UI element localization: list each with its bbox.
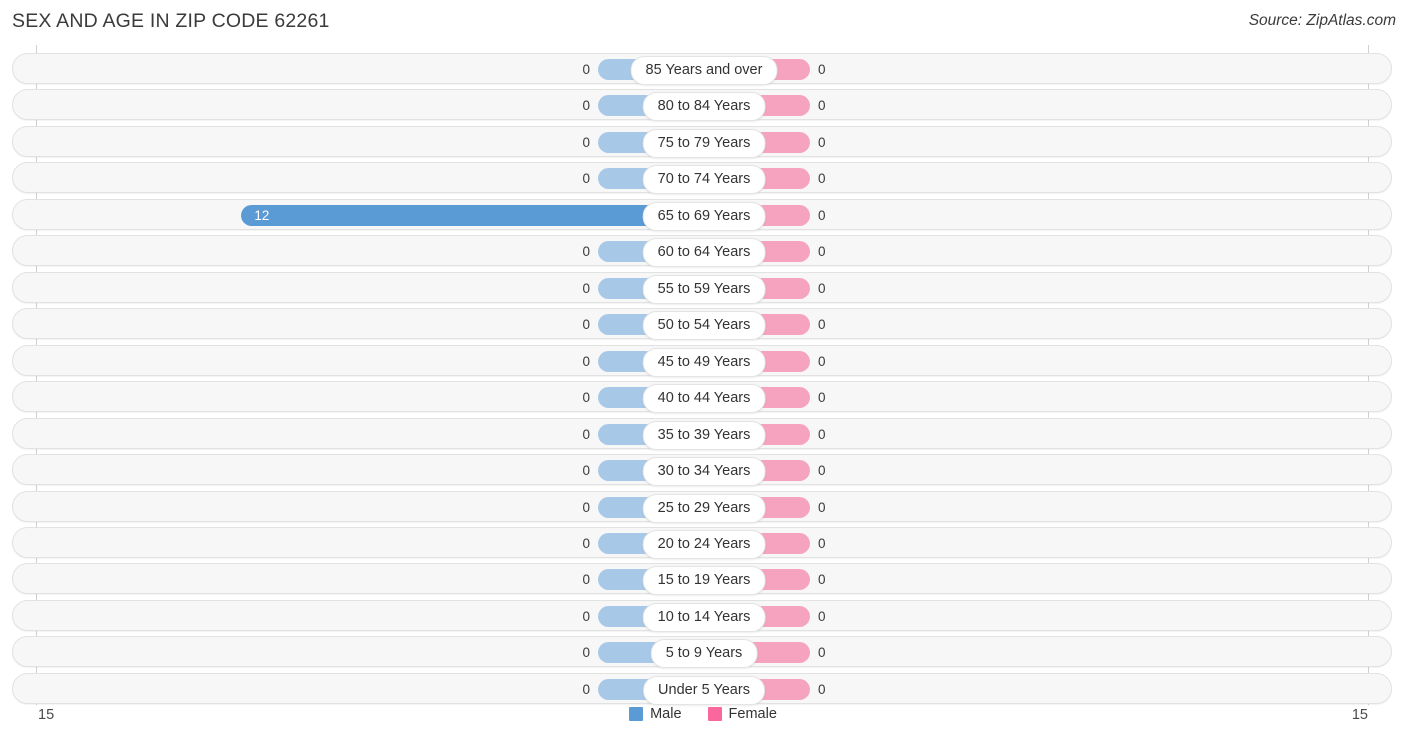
female-value-label: 0 (818, 535, 826, 551)
age-group-row[interactable]: 0 0 80 to 84 Years (12, 89, 1392, 122)
age-group-label: 80 to 84 Years (642, 92, 766, 122)
age-group-row[interactable]: 0 0 45 to 49 Years (12, 344, 1392, 377)
male-value-label: 0 (582, 353, 590, 369)
male-value-label: 0 (582, 244, 590, 260)
chart-header: SEX AND AGE IN ZIP CODE 62261 Source: Zi… (0, 0, 1406, 45)
female-value-label: 0 (818, 62, 826, 77)
age-group-row[interactable]: 0 0 10 to 14 Years (12, 599, 1392, 632)
male-value-label: 0 (582, 535, 590, 551)
age-group-label: 30 to 34 Years (642, 457, 766, 487)
age-group-row[interactable]: 12 0 65 to 69 Years (12, 198, 1392, 231)
age-group-label: 85 Years and over (630, 56, 778, 85)
male-value-label: 0 (582, 98, 590, 114)
male-value-label: 0 (582, 499, 590, 515)
female-value-label: 0 (818, 353, 826, 369)
male-value-label: 0 (582, 171, 590, 187)
legend-label-female: Female (728, 706, 777, 722)
age-group-label: 15 to 19 Years (642, 566, 766, 596)
female-value-label: 0 (818, 572, 826, 588)
female-value-label: 0 (818, 681, 826, 697)
age-group-row[interactable]: 0 0 20 to 24 Years (12, 526, 1392, 559)
legend-label-male: Male (650, 706, 682, 722)
age-group-label: 60 to 64 Years (642, 238, 766, 268)
age-group-label: 10 to 14 Years (642, 602, 766, 632)
chart-footer: 15 15 Male Female (0, 700, 1406, 740)
source-attribution: Source: ZipAtlas.com (1248, 12, 1396, 29)
female-value-label: 0 (818, 317, 826, 333)
female-value-label: 0 (818, 463, 826, 479)
age-group-label: 20 to 24 Years (642, 529, 766, 559)
female-value-label: 0 (818, 390, 826, 406)
legend-item-male[interactable]: Male (629, 706, 682, 722)
male-value-label: 0 (582, 134, 590, 150)
female-value-label: 0 (818, 244, 826, 260)
age-group-label: 35 to 39 Years (642, 420, 766, 450)
male-value-label: 0 (582, 426, 590, 442)
age-group-label: 45 to 49 Years (642, 347, 766, 377)
age-group-row[interactable]: 0 0 85 Years and over (12, 53, 1392, 85)
age-group-row[interactable]: 0 0 5 to 9 Years (12, 636, 1392, 669)
female-value-label: 0 (818, 98, 826, 114)
age-group-label: 70 to 74 Years (642, 165, 766, 195)
age-group-label: 75 to 79 Years (642, 128, 766, 158)
female-value-label: 0 (818, 499, 826, 515)
female-value-label: 0 (818, 608, 826, 624)
female-value-label: 0 (818, 171, 826, 187)
female-value-label: 0 (818, 280, 826, 296)
chart-plot-area: 0 0 85 Years and over 0 0 80 to 84 Years 0 0 75 … (0, 45, 1406, 705)
male-value-label: 0 (582, 681, 590, 697)
male-bar[interactable] (241, 204, 675, 226)
female-value-label: 0 (818, 207, 826, 223)
female-color-swatch-icon (707, 707, 722, 721)
age-group-row[interactable]: 0 0 50 to 54 Years (12, 308, 1392, 341)
age-group-row[interactable]: 0 0 75 to 79 Years (12, 125, 1392, 158)
male-color-swatch-icon (629, 707, 644, 721)
age-group-label: 65 to 69 Years (642, 201, 766, 231)
chart-legend: Male Female (0, 706, 1406, 722)
legend-item-female[interactable]: Female (707, 706, 777, 722)
age-group-label: 50 to 54 Years (642, 311, 766, 341)
age-group-row[interactable]: 0 0 40 to 44 Years (12, 381, 1392, 414)
age-group-row[interactable]: 0 0 35 to 39 Years (12, 417, 1392, 450)
age-group-row[interactable]: 0 0 30 to 34 Years (12, 454, 1392, 487)
age-group-label: 5 to 9 Years (650, 639, 758, 669)
age-group-row[interactable]: 0 0 55 to 59 Years (12, 271, 1392, 304)
male-value-label: 12 (254, 207, 270, 223)
page-title: SEX AND AGE IN ZIP CODE 62261 (12, 10, 330, 32)
female-value-label: 0 (818, 134, 826, 150)
female-value-label: 0 (818, 426, 826, 442)
age-group-label: 25 to 29 Years (642, 493, 766, 523)
male-value-label: 0 (582, 317, 590, 333)
male-value-label: 0 (582, 608, 590, 624)
age-group-row[interactable]: 0 0 60 to 64 Years (12, 235, 1392, 268)
age-group-row[interactable]: 0 0 70 to 74 Years (12, 162, 1392, 195)
male-value-label: 0 (582, 463, 590, 479)
male-value-label: 0 (582, 62, 590, 77)
age-group-row[interactable]: 0 0 15 to 19 Years (12, 563, 1392, 596)
age-group-row[interactable]: 0 0 25 to 29 Years (12, 490, 1392, 523)
male-value-label: 0 (582, 572, 590, 588)
male-value-label: 0 (582, 280, 590, 296)
age-group-label: 55 to 59 Years (642, 274, 766, 304)
male-value-label: 0 (582, 390, 590, 406)
male-value-label: 0 (582, 645, 590, 661)
age-group-label: 40 to 44 Years (642, 384, 766, 414)
female-value-label: 0 (818, 645, 826, 661)
